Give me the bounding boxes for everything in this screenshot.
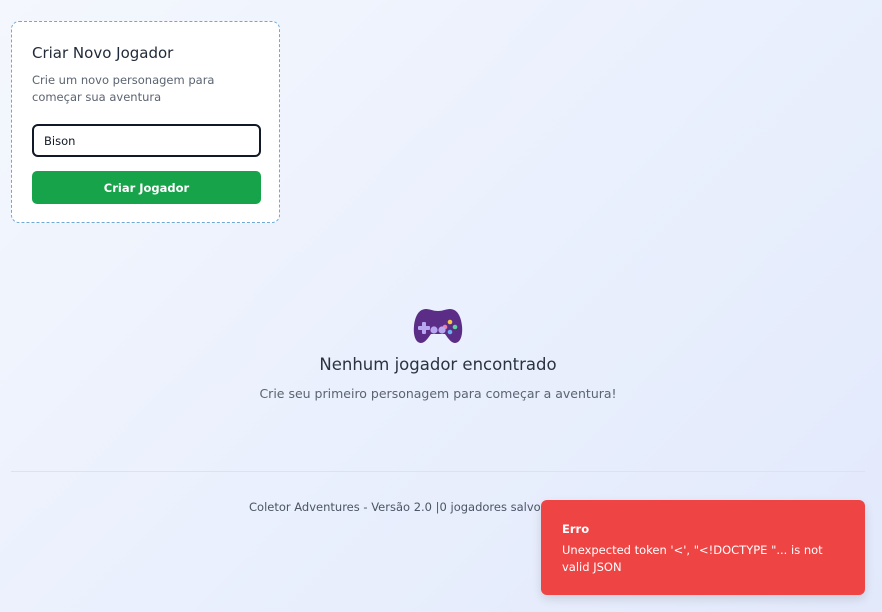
create-player-title: Criar Novo Jogador (32, 44, 174, 62)
gamepad-icon (413, 309, 463, 343)
empty-state-title: Nenhum jogador encontrado (319, 355, 557, 374)
footer-text: Coletor Adventures - Versão 2.0 |0 jogad… (249, 500, 579, 514)
empty-state-subtitle: Crie seu primeiro personagem para começa… (259, 386, 617, 401)
error-toast[interactable]: Erro Unexpected token '<', "<!DOCTYPE ".… (541, 500, 865, 595)
create-player-button[interactable]: Criar Jogador (32, 171, 261, 204)
empty-state: Nenhum jogador encontrado Crie seu prime… (0, 300, 876, 401)
footer-divider (11, 471, 865, 472)
toast-message: Unexpected token '<', "<!DOCTYPE "... is… (562, 543, 823, 574)
create-player-card: Criar Novo Jogador Crie um novo personag… (11, 21, 280, 223)
player-name-input[interactable] (32, 124, 261, 157)
toast-title: Erro (562, 522, 590, 536)
create-player-subtitle: Crie um novo personagem para começar sua… (32, 73, 215, 104)
